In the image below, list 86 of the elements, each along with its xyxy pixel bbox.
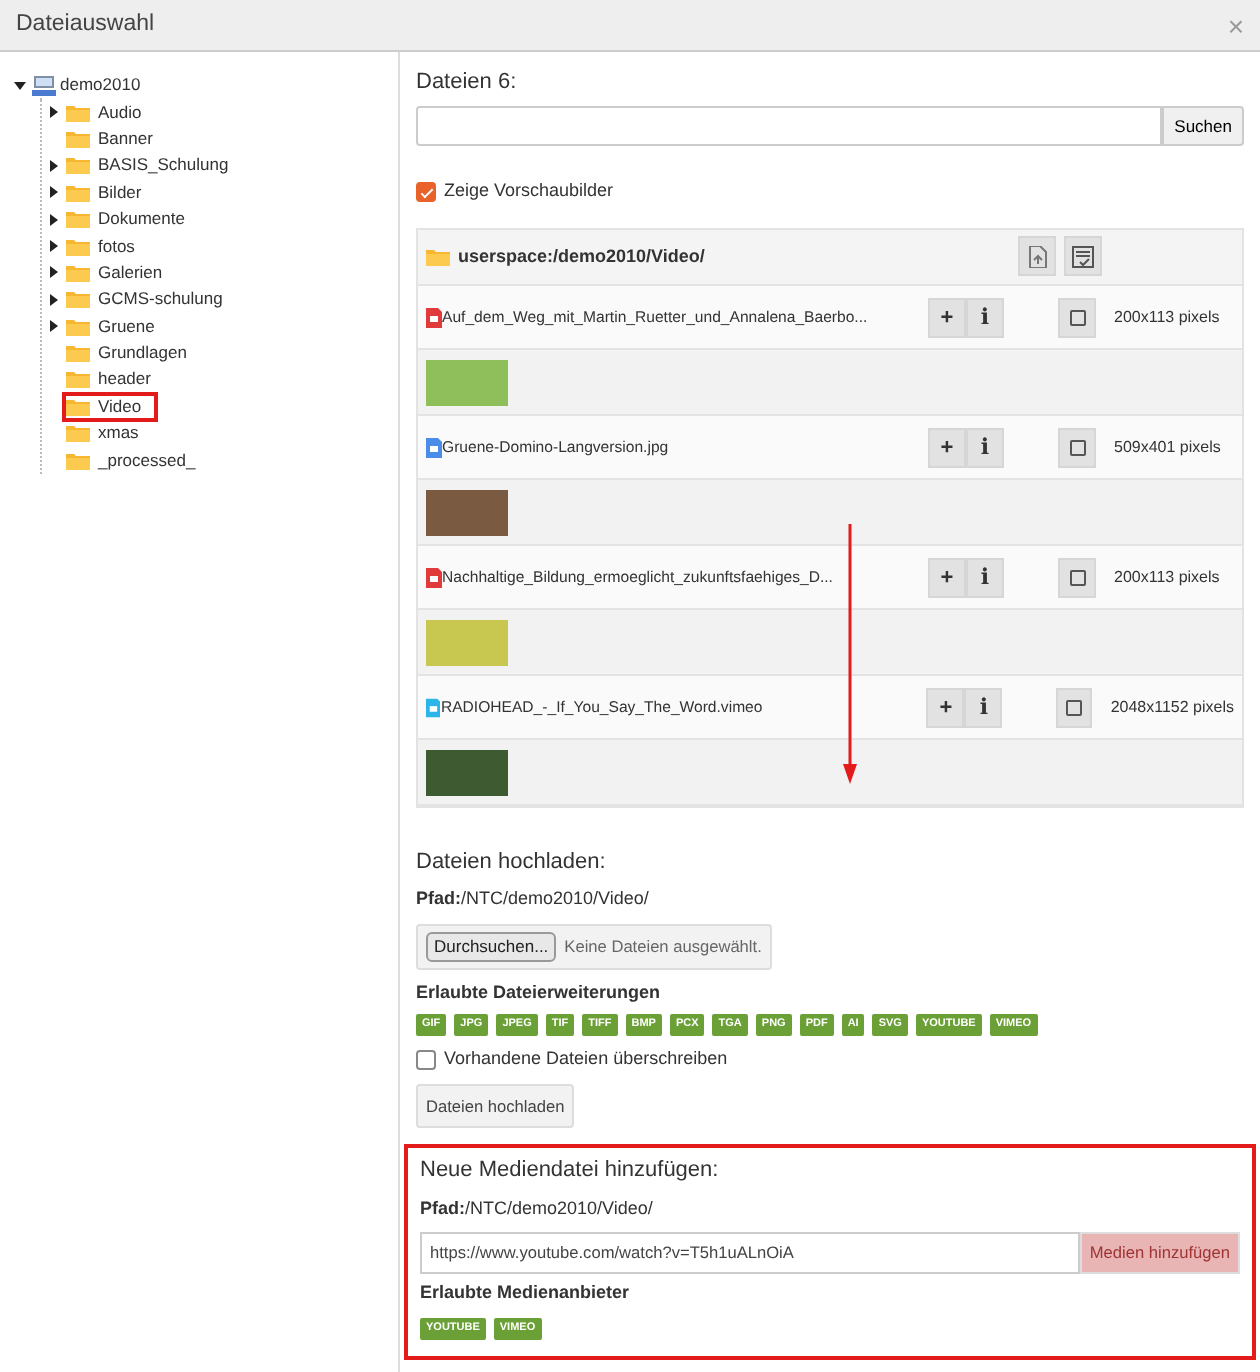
- media-path: Pfad:/NTC/demo2010/Video/: [420, 1197, 655, 1221]
- folder-icon: [66, 183, 90, 202]
- folder-icon: [66, 103, 90, 122]
- section-heading: Neue Mediendatei hinzufügen:: [420, 1156, 721, 1186]
- checkbox[interactable]: [416, 182, 436, 203]
- tree-item[interactable]: _processed_: [66, 449, 196, 472]
- section-label: Erlaubte Dateierweiterungen: [416, 982, 663, 1006]
- tree-item[interactable]: Video: [66, 395, 154, 418]
- expand-toggle-icon[interactable]: [50, 266, 58, 279]
- checkbox-label: Zeige Vorschaubilder: [444, 180, 614, 204]
- tree-item[interactable]: xmas: [66, 422, 139, 445]
- file-upload-icon: [1027, 245, 1047, 268]
- folder-icon: [66, 210, 90, 229]
- url-field[interactable]: https://www.youtube.com/watch?v=T5h1uALnOiA: [420, 1232, 1080, 1275]
- tree-item[interactable]: Bilder: [66, 181, 142, 204]
- thumbnail-placeholder: [426, 619, 508, 666]
- folder-icon: [66, 237, 90, 256]
- add-button[interactable]: +: [928, 427, 966, 468]
- checkbox-label: Vorhandene Dateien überschreiben: [444, 1047, 728, 1072]
- folder-icon: [66, 156, 90, 175]
- add-button[interactable]: +: [928, 297, 966, 338]
- add-button[interactable]: +: [926, 687, 965, 728]
- folder-path: userspace:/demo2010/Video/: [458, 245, 707, 269]
- section-heading: Dateien hochladen:: [416, 847, 608, 877]
- upload-path: Pfad:/NTC/demo2010/Video/: [416, 888, 651, 912]
- expand-toggle-icon[interactable]: [50, 240, 58, 253]
- expand-toggle-icon[interactable]: [50, 159, 58, 172]
- folder-icon: [66, 397, 90, 416]
- search-field[interactable]: [416, 106, 1163, 147]
- expand-toggle-icon[interactable]: [50, 186, 58, 199]
- computer-icon: [32, 75, 56, 96]
- tree-item[interactable]: Grundlagen: [66, 342, 187, 365]
- image-file-icon: [426, 437, 442, 458]
- select-button[interactable]: [1056, 687, 1093, 728]
- section-label: Erlaubte Medienanbieter: [420, 1282, 632, 1306]
- upload-file-button[interactable]: [1018, 236, 1056, 277]
- checkbox[interactable]: [416, 1049, 436, 1070]
- tree-item[interactable]: Audio: [66, 101, 142, 124]
- select-button[interactable]: [1058, 557, 1096, 598]
- folder-icon: [66, 370, 90, 389]
- thumbnail-placeholder: [426, 489, 508, 536]
- window-title: Dateiauswahl: [16, 10, 155, 40]
- image-size: 200x113 pixels: [1114, 567, 1220, 588]
- add-button[interactable]: +: [928, 557, 966, 598]
- select-all-button[interactable]: [1064, 236, 1102, 277]
- image-size: 200x113 pixels: [1114, 307, 1220, 328]
- folder-icon: [66, 344, 90, 363]
- image-size: 509x401 pixels: [1114, 437, 1221, 458]
- folder-icon: [66, 317, 90, 336]
- checklist-icon: [1072, 245, 1094, 268]
- folder-icon: [66, 424, 90, 443]
- tree-item[interactable]: Gruene: [66, 315, 155, 338]
- file-input[interactable]: Durchsuchen... Keine Dateien ausgewählt.: [416, 923, 772, 971]
- info-button[interactable]: i: [966, 297, 1004, 338]
- tree-item[interactable]: Galerien: [66, 261, 163, 284]
- folder-icon: [66, 451, 90, 470]
- expand-toggle-icon[interactable]: [50, 320, 58, 333]
- select-button[interactable]: [1058, 427, 1096, 468]
- select-button[interactable]: [1058, 297, 1096, 338]
- info-button[interactable]: i: [966, 427, 1004, 468]
- vimeo-file-icon: [426, 697, 441, 718]
- section-heading: Dateien 6:: [416, 68, 519, 97]
- expand-toggle-icon[interactable]: [50, 213, 58, 226]
- video-file-icon: [426, 307, 442, 328]
- search-button[interactable]: Suchen: [1162, 106, 1244, 147]
- tree-item[interactable]: BASIS_Schulung: [66, 154, 229, 177]
- tree-item[interactable]: GCMS-schulung: [66, 288, 223, 311]
- video-file-icon: [426, 567, 442, 588]
- thumbnail-placeholder: [426, 359, 508, 406]
- expand-toggle-icon[interactable]: [50, 293, 58, 306]
- folder-icon: [66, 290, 90, 309]
- expand-toggle-icon[interactable]: [50, 106, 58, 119]
- thumbnail-placeholder: [426, 749, 508, 796]
- tree-item-label[interactable]: demo2010: [60, 74, 141, 97]
- tree-item[interactable]: Dokumente: [66, 208, 185, 231]
- upload-button[interactable]: Dateien hochladen: [416, 1083, 575, 1129]
- tree-item[interactable]: Banner: [66, 127, 153, 150]
- info-button[interactable]: i: [964, 687, 1003, 728]
- tree-item[interactable]: header: [66, 368, 151, 392]
- tree-item[interactable]: fotos: [66, 235, 135, 258]
- add-media-button[interactable]: Medien hinzufügen: [1079, 1232, 1240, 1275]
- folder-icon: [66, 129, 90, 148]
- image-size: 2048x1152 pixels: [1110, 697, 1234, 718]
- info-button[interactable]: i: [966, 557, 1004, 598]
- folder-icon: [426, 247, 450, 266]
- folder-icon: [66, 263, 90, 282]
